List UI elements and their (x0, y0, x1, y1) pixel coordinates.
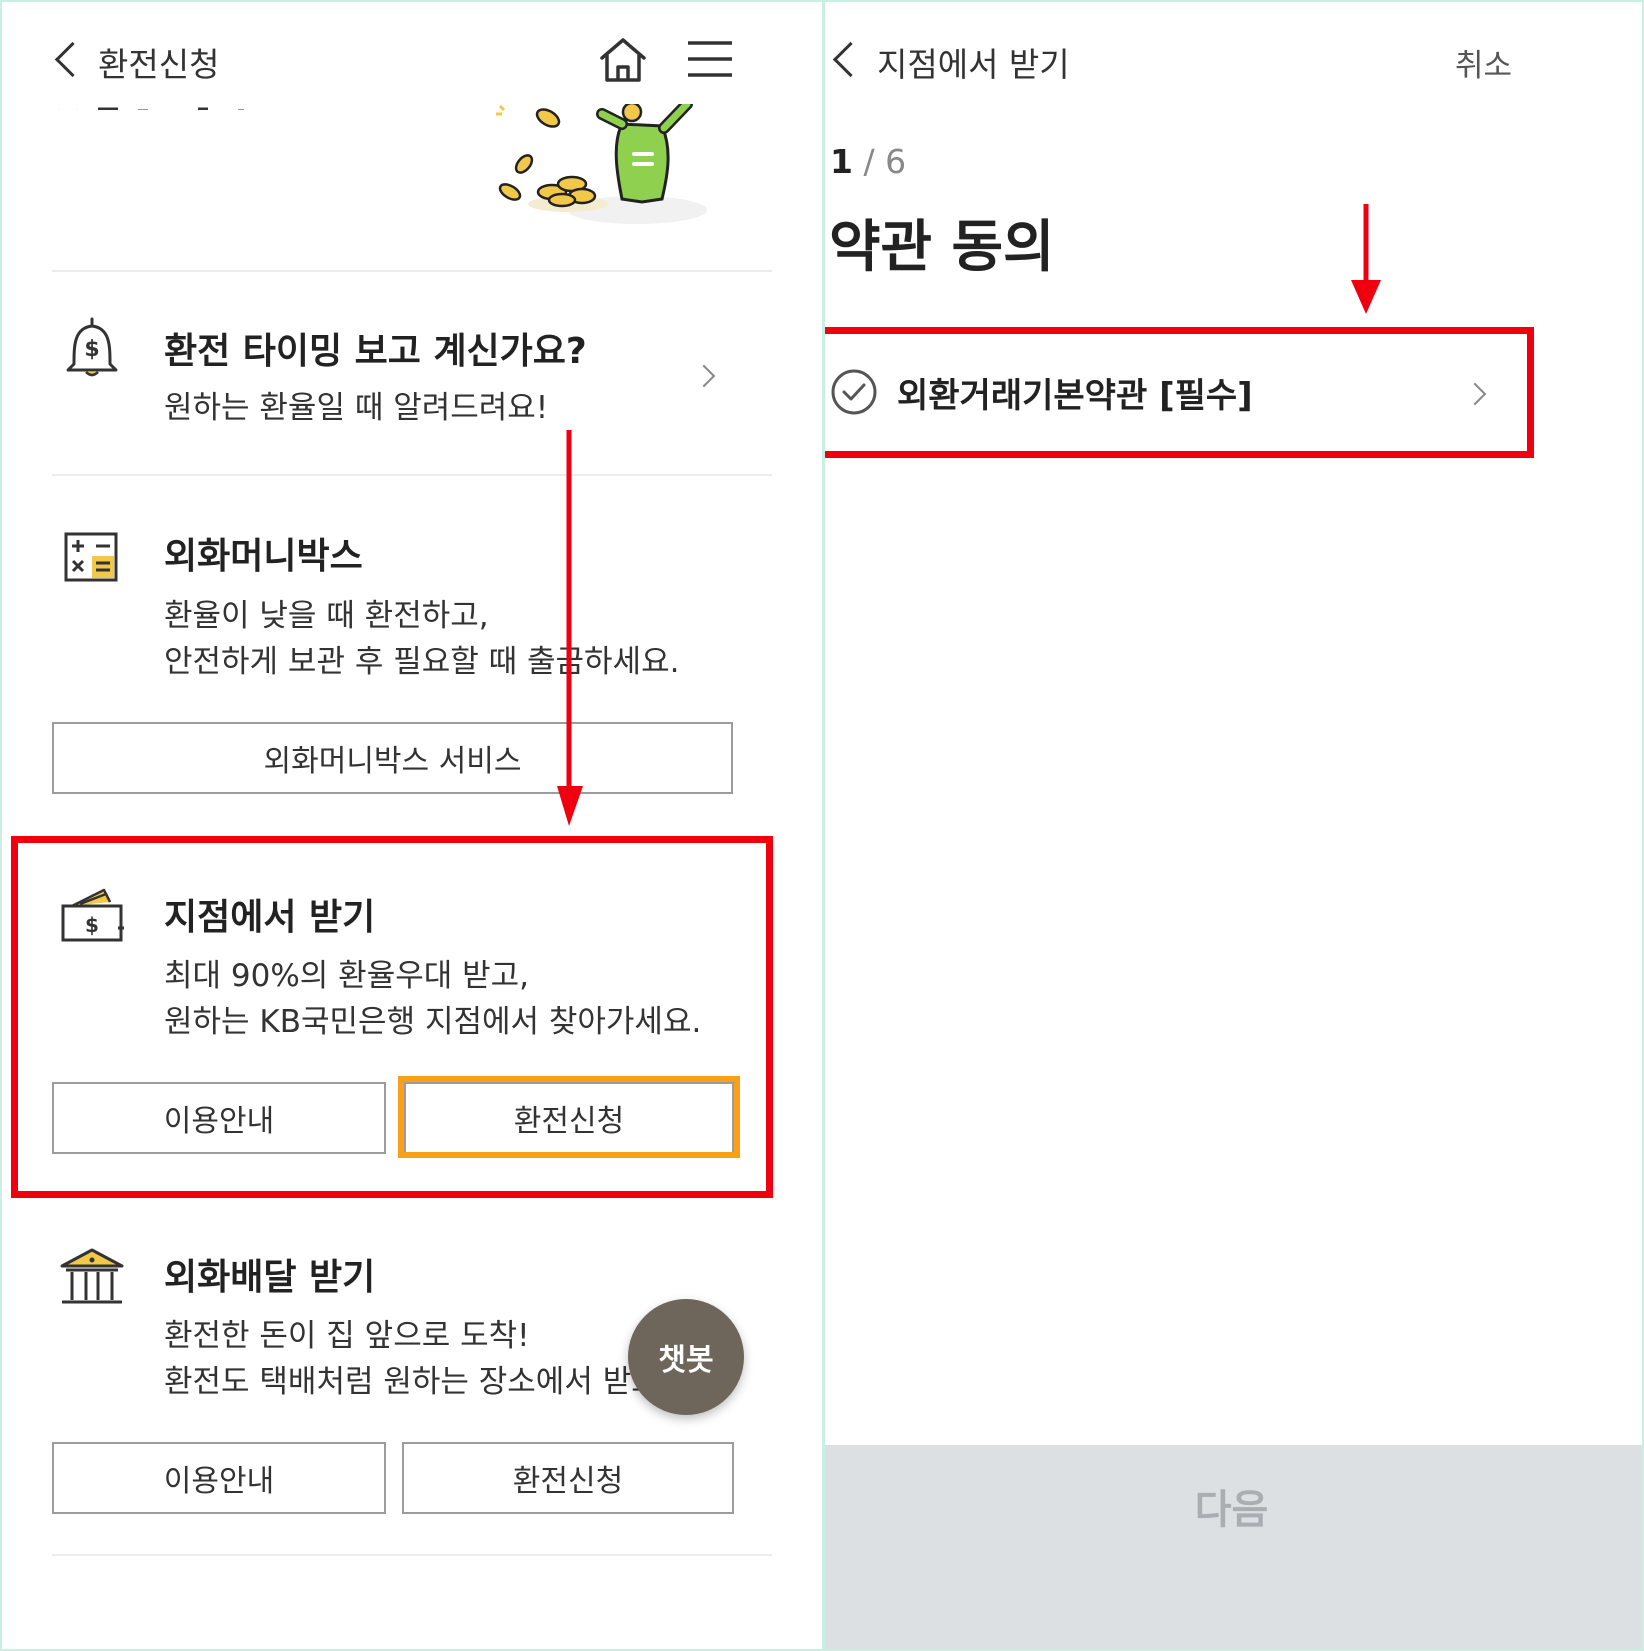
right-screen: 지점에서 받기 취소 1 / 6 약관 동의 외환거래기본약관 [필수] 다음 (825, 2, 1642, 1649)
timing-title: 환전 타이밍 보고 계신가요? (164, 331, 587, 372)
bank-building-icon (60, 1246, 124, 1306)
character-illustration (482, 98, 712, 234)
red-arrow-annotation (1349, 204, 1385, 316)
page-heading: 약관 동의 (829, 215, 1055, 280)
delivery-title: 외화배달 받기 (164, 1257, 376, 1298)
moneybox-desc-line1: 환율이 낮을 때 환전하고, (164, 598, 489, 634)
highlight-box-apply-button (398, 1076, 740, 1158)
bell-dollar-icon: $ (64, 316, 120, 378)
step-indicator: 1 / 6 (830, 142, 907, 181)
clipped-text-residue (58, 100, 248, 110)
delivery-desc-line2: 환전도 택배처럼 원하는 장소에서 받으 (164, 1364, 660, 1400)
svg-text:$: $ (84, 337, 99, 362)
header-title: 환전신청 (98, 45, 220, 84)
header-title: 지점에서 받기 (877, 45, 1070, 84)
section-divider (52, 1554, 772, 1556)
highlight-box-terms (825, 327, 1534, 458)
moneybox-title: 외화머니박스 (164, 536, 363, 577)
cancel-button[interactable]: 취소 (1455, 40, 1512, 85)
delivery-info-button[interactable]: 이용안내 (52, 1442, 386, 1514)
chevron-right-icon (692, 364, 716, 388)
left-screen: 환전신청 $ 환전 타이밍 보고 계신가요? 원하는 환율일 때 알려드려요! … (2, 2, 822, 1649)
section-divider (52, 474, 772, 476)
timing-alert-row[interactable]: $ 환전 타이밍 보고 계신가요? 원하는 환율일 때 알려드려요! (2, 272, 822, 472)
next-button-label: 다음 (1194, 1487, 1269, 1533)
red-arrow-annotation (557, 430, 587, 828)
next-button[interactable]: 다음 (825, 1445, 1642, 1649)
home-icon[interactable] (598, 36, 648, 84)
moneybox-desc-line2: 안전하게 보관 후 필요할 때 출금하세요. (164, 644, 680, 680)
chatbot-button[interactable]: 챗봇 (628, 1299, 744, 1415)
step-current: 1 (830, 142, 853, 181)
calculator-icon (64, 532, 120, 584)
timing-desc: 원하는 환율일 때 알려드려요! (164, 390, 549, 426)
delivery-desc-line1: 환전한 돈이 집 앞으로 도착! (164, 1318, 530, 1354)
back-icon[interactable] (832, 41, 869, 78)
delivery-apply-button[interactable]: 환전신청 (402, 1442, 734, 1514)
menu-icon[interactable] (688, 40, 732, 80)
moneybox-service-button[interactable]: 외화머니박스 서비스 (52, 722, 733, 794)
step-total: 6 (885, 142, 907, 181)
back-icon[interactable] (54, 41, 91, 78)
